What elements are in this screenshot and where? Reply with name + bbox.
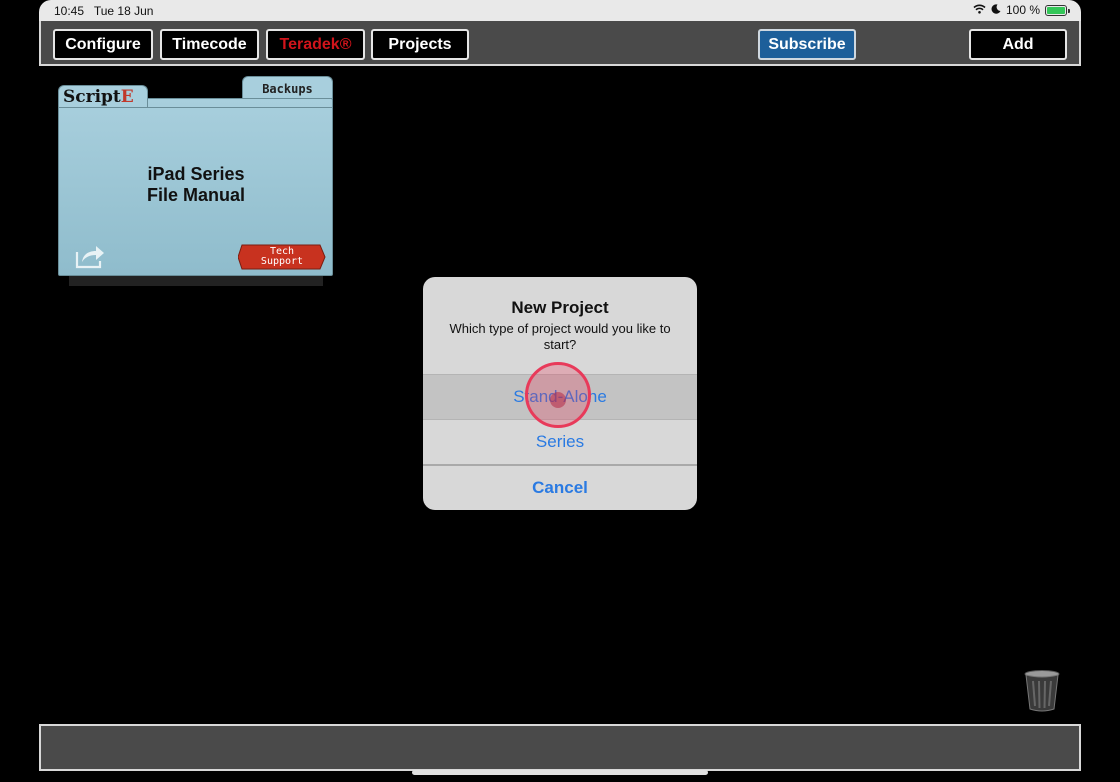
clock: 10:45	[54, 4, 85, 18]
folder-title: iPad Series File Manual	[57, 164, 335, 206]
wifi-icon	[973, 3, 986, 17]
status-indicators: 100 %	[973, 3, 1070, 17]
backups-tab[interactable]: Backups	[242, 76, 333, 98]
status-bar: 10:45 Tue 18 Jun 100 %	[39, 0, 1081, 21]
configure-button[interactable]: Configure	[53, 29, 153, 60]
share-icon[interactable]	[74, 242, 106, 270]
status-time: 10:45 Tue 18 Jun	[54, 4, 153, 18]
projects-button[interactable]: Projects	[371, 29, 469, 60]
date: Tue 18 Jun	[93, 4, 154, 18]
folder-title-line1: iPad Series	[147, 164, 245, 184]
dialog-message: Which type of project would you like to …	[449, 321, 671, 352]
tech-support-label-2: Support	[260, 256, 304, 267]
battery-percent: 100 %	[1005, 3, 1040, 17]
dialog-title: New Project	[511, 298, 609, 317]
scripte-logo: ScriptE	[58, 85, 148, 107]
add-button[interactable]: Add	[969, 29, 1067, 60]
project-folder-manual[interactable]: Backups ScriptE iPad Series File Manual …	[57, 76, 335, 288]
home-indicator[interactable]	[412, 770, 708, 775]
tech-support-button[interactable]: Tech Support	[238, 244, 326, 270]
moon-icon	[991, 3, 1001, 17]
cancel-button[interactable]: Cancel	[423, 464, 697, 510]
bottom-bar	[39, 724, 1081, 771]
battery-icon	[1045, 4, 1070, 16]
touch-point	[550, 392, 566, 408]
subscribe-button[interactable]: Subscribe	[758, 29, 856, 60]
folder-title-line2: File Manual	[146, 185, 245, 205]
timecode-button[interactable]: Timecode	[160, 29, 259, 60]
screen: 10:45 Tue 18 Jun 100 % Configure Timecod…	[0, 0, 1120, 782]
trash-icon[interactable]	[1023, 669, 1061, 713]
scripte-logo-text: ScriptE	[63, 87, 134, 107]
teradek-button[interactable]: Teradek®	[266, 29, 365, 60]
toolbar: Configure Timecode Teradek® Projects Sub…	[39, 21, 1081, 66]
